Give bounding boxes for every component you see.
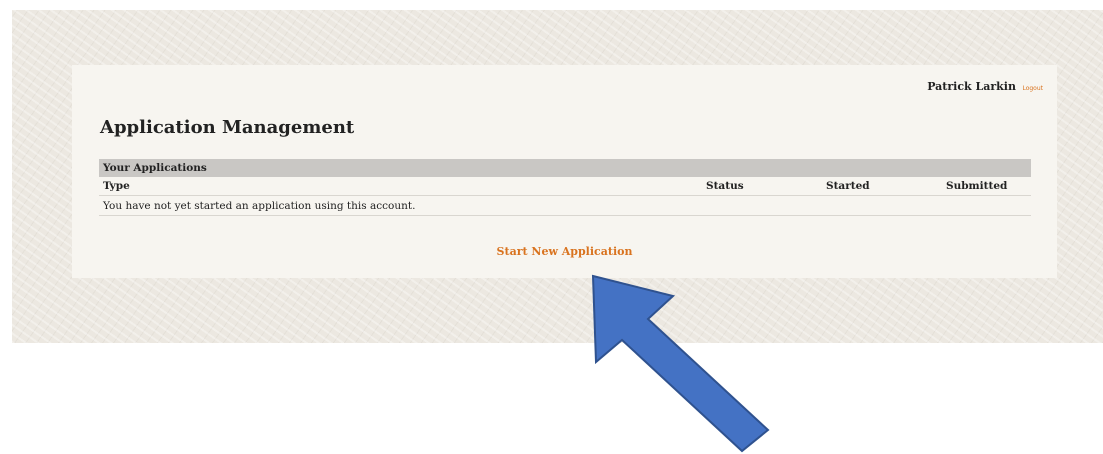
arrow-up-left-icon: [591, 274, 770, 453]
annotation-arrow: [591, 274, 770, 453]
